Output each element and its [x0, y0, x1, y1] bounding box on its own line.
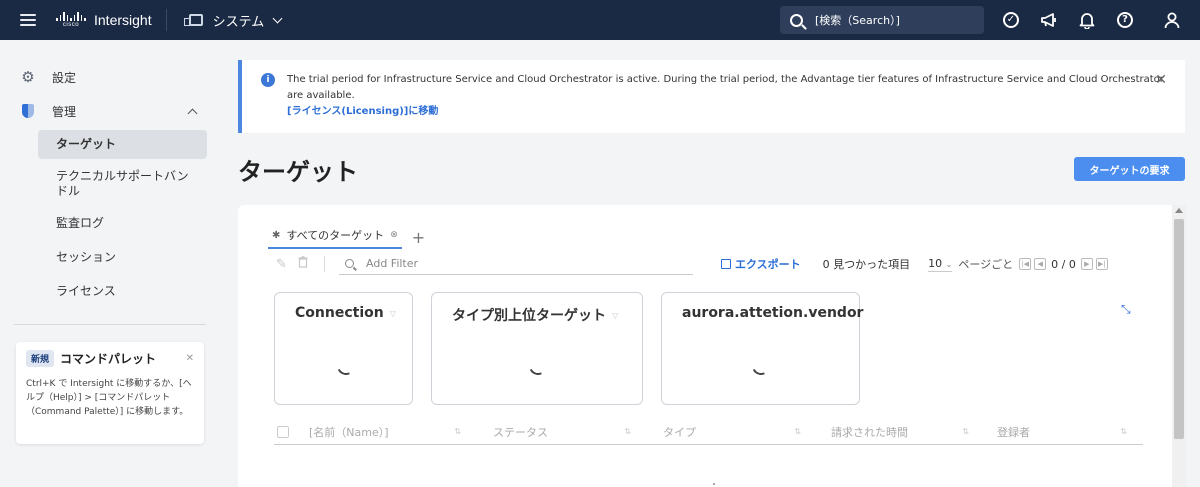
toolbar-divider [324, 256, 325, 272]
cisco-logo: cisco [56, 12, 86, 28]
filter-icon[interactable]: ▽ [390, 309, 396, 318]
items-found-count: 0 見つかった項目 [822, 258, 911, 271]
menu-button[interactable] [0, 0, 56, 40]
collapse-widgets-icon[interactable]: ⤡ [1121, 302, 1131, 317]
palette-title: コマンドパレット [60, 352, 157, 366]
export-label: エクスポート [735, 258, 801, 271]
search-placeholder: [検索（Search）] [815, 14, 900, 27]
megaphone-icon[interactable] [1030, 0, 1068, 40]
select-all-checkbox[interactable] [277, 425, 289, 438]
loading-spinner [526, 354, 550, 378]
new-badge: 新規 [26, 350, 55, 367]
scroll-up-icon[interactable] [1175, 208, 1183, 213]
column-header-type[interactable]: タイプ ⇅ [647, 424, 817, 440]
user-icon[interactable] [1144, 0, 1200, 40]
widget-aurora-vendor: aurora.attetion.vendor [661, 292, 864, 405]
sidebar: ⚙ 設定 管理 ターゲット テクニカルサポートバンドル 監査ログ セッション ラ… [0, 40, 218, 487]
close-circle-icon[interactable]: ⊗ [390, 230, 398, 240]
export-icon [721, 259, 731, 269]
sidebar-item-audit-logs[interactable]: 監査ログ [38, 209, 207, 238]
per-page-label: ページごと [958, 258, 1014, 271]
tab-label: すべてのターゲット [286, 229, 385, 242]
trial-alert: i The trial period for Infrastructure Se… [238, 60, 1185, 133]
check-circle-icon[interactable]: ✓ [992, 0, 1030, 40]
loading-dot [713, 483, 715, 485]
prev-page-icon[interactable]: ◀ [1034, 258, 1047, 270]
command-palette-tip: 新規 コマンドパレット ✕ Ctrl+K で Intersight に移動するか… [16, 342, 204, 444]
widget-title: タイプ別上位ターゲット [452, 308, 606, 324]
sidebar-item-settings[interactable]: ⚙ 設定 [0, 60, 218, 94]
page-indicator: 0 / 0 [1051, 257, 1076, 271]
sidebar-item-sessions[interactable]: セッション [38, 243, 207, 272]
sidebar-item-tech-support[interactable]: テクニカルサポートバンドル [38, 162, 207, 206]
column-header-claimed-time[interactable]: 請求された時間 ⇅ [817, 424, 985, 440]
page-title: ターゲット [238, 158, 358, 186]
alert-message: The trial period for Infrastructure Serv… [287, 74, 1164, 101]
table-header: [名前（Name）] ⇅ ステータス ⇅ タイプ ⇅ 請求された時間 ⇅ 登録者 ⇅ [274, 419, 1143, 445]
context-label: システム [212, 14, 265, 30]
column-header-claimed-by[interactable]: 登録者 ⇅ [985, 424, 1143, 440]
sidebar-item-licenses[interactable]: ライセンス [38, 277, 207, 306]
column-header-name[interactable]: [名前（Name）] ⇅ [309, 424, 477, 440]
asterisk-icon: ✱ [272, 229, 281, 241]
page-size-select[interactable]: 10 ⌄ [928, 256, 953, 272]
first-page-icon[interactable]: |◀ [1019, 258, 1032, 270]
widget-title: aurora.attetion.vendor [682, 305, 864, 321]
trash-icon[interactable] [298, 256, 320, 272]
widget-top-targets-by-type: タイプ別上位ターゲット ▽ [431, 292, 643, 405]
filter-icon[interactable]: ▽ [612, 311, 618, 320]
scroll-thumb[interactable] [1174, 219, 1184, 439]
sidebar-divider [14, 324, 206, 325]
info-icon: i [261, 73, 275, 87]
top-bar: cisco Intersight システム [検索（Search）] ✓ ? [0, 0, 1200, 40]
app-name: Intersight [94, 12, 152, 28]
search-icon [345, 259, 354, 268]
gear-icon: ⚙ [21, 68, 35, 86]
close-icon[interactable]: ✕ [186, 353, 194, 364]
close-icon[interactable]: ✕ [1155, 72, 1167, 88]
loading-spinner [749, 354, 773, 378]
claim-target-button[interactable]: ターゲットの要求 [1074, 157, 1185, 181]
tab-all-targets[interactable]: ✱ すべてのターゲット ⊗ [268, 227, 402, 249]
sidebar-item-label: 管理 [52, 104, 77, 119]
sidebar-item-targets[interactable]: ターゲット [38, 130, 207, 159]
widget-title: Connection [295, 305, 384, 321]
page-size-value: 10 [928, 256, 943, 270]
server-icon [183, 14, 203, 26]
add-tab-icon[interactable]: + [412, 230, 425, 246]
search-icon [790, 13, 803, 27]
loading-spinner [334, 354, 358, 378]
targets-panel: ✱ すべてのターゲット ⊗ + ✎ Add Filter エクスポート 0 見つ… [238, 205, 1172, 487]
hamburger-icon [20, 14, 36, 26]
shield-icon [20, 104, 36, 118]
bell-icon[interactable] [1068, 0, 1106, 40]
next-page-icon[interactable]: ▶ [1080, 258, 1093, 270]
chevron-down-icon [272, 13, 283, 23]
last-page-icon[interactable]: ▶| [1095, 258, 1108, 270]
palette-body: Ctrl+K で Intersight に移動するか、[ヘルプ（Help）] >… [26, 379, 192, 417]
sidebar-item-admin[interactable]: 管理 [0, 94, 218, 128]
licensing-link[interactable]: [ライセンス(Licensing)]に移動 [287, 104, 1167, 120]
filter-placeholder: Add Filter [366, 257, 419, 270]
widget-connection: Connection ▽ [274, 292, 413, 405]
export-button[interactable]: エクスポート [721, 256, 801, 272]
brand[interactable]: cisco Intersight [56, 9, 167, 31]
filter-input[interactable]: Add Filter [339, 253, 693, 275]
context-selector[interactable]: システム [183, 11, 283, 30]
column-header-status[interactable]: ステータス ⇅ [477, 424, 647, 440]
sidebar-item-label: 設定 [52, 70, 77, 85]
scrollbar[interactable] [1172, 205, 1186, 487]
edit-icon[interactable]: ✎ [276, 257, 298, 272]
search-input[interactable]: [検索（Search）] [780, 6, 984, 34]
chevron-up-icon[interactable] [187, 108, 198, 118]
pagination: |◀ ◀ 0 / 0 ▶ ▶| [1019, 258, 1108, 271]
help-icon[interactable]: ? [1106, 0, 1144, 40]
